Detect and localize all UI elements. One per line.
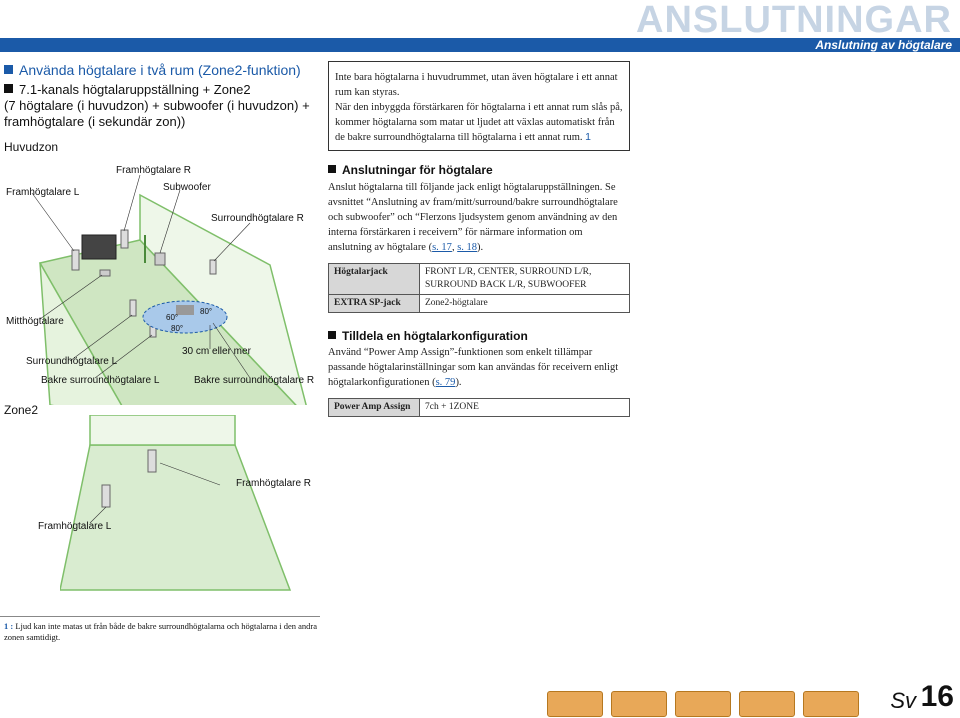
- nav-playback-button[interactable]: [675, 691, 731, 717]
- assign-heading: Tilldela en högtalarkonfiguration: [328, 329, 528, 343]
- table-value: FRONT L/R, CENTER, SURROUND L/R, SURROUN…: [419, 263, 630, 295]
- note-ref[interactable]: 1: [585, 131, 591, 143]
- nav-appendix-button[interactable]: [803, 691, 859, 717]
- front-r-speaker: [120, 229, 129, 249]
- assign-text: Använd “Power Amp Assign”-funktionen som…: [328, 347, 619, 388]
- label-z2-front-l: Framhögtalare L: [38, 521, 112, 532]
- zone2-wall: [89, 415, 236, 446]
- footnote: 1 : Ljud kan inte matas ut från både de …: [4, 621, 324, 643]
- label-z2-front-r: Framhögtalare R: [236, 478, 312, 489]
- label-angle-80-b: 80°: [171, 324, 184, 333]
- note-line1: Inte bara högtalarna i huvudrummet, utan…: [335, 72, 618, 98]
- label-back-r: Bakre surroundhögtalare R: [194, 375, 315, 386]
- section-title: Använda högtalare i två rum (Zone2-funkt…: [4, 62, 301, 78]
- nav-connections-button[interactable]: [611, 691, 667, 717]
- connections-intro: Anslut högtalarna till följande jack enl…: [328, 182, 618, 253]
- z2-front-l-speaker: [101, 484, 111, 508]
- subwoofer-speaker: [154, 252, 166, 266]
- language-code: Sv: [890, 688, 916, 713]
- label-angle-80: 80°: [200, 307, 213, 316]
- ref-page-18[interactable]: s. 18: [457, 242, 477, 253]
- footnote-number: 1 :: [4, 621, 14, 631]
- footnote-divider: [0, 616, 320, 617]
- zone2-floor: [60, 444, 292, 591]
- front-l-speaker: [71, 249, 80, 271]
- main-zone-label: Huvudzon: [4, 140, 59, 154]
- label-back-l: Bakre surroundhögtalare L: [41, 375, 160, 386]
- power-amp-table: Power Amp Assign 7ch + 1ZONE: [328, 398, 630, 417]
- square-bullet-icon: [328, 165, 336, 173]
- table-row: Power Amp Assign 7ch + 1ZONE: [328, 398, 630, 417]
- label-center: Mitthögtalare: [6, 316, 64, 327]
- label-subwoofer: Subwoofer: [163, 182, 211, 193]
- setup-heading: 7.1-kanals högtalaruppställning + Zone2 …: [4, 82, 310, 129]
- table-key: Power Amp Assign: [328, 398, 420, 417]
- label-surround-r: Surroundhögtalare R: [211, 213, 304, 224]
- label-distance: 30 cm eller mer: [182, 346, 251, 357]
- note-box: Inte bara högtalarna i huvudrummet, utan…: [328, 61, 630, 151]
- connections-heading: Anslutningar för högtalare: [328, 163, 493, 177]
- ref-page-17[interactable]: s. 17: [432, 242, 452, 253]
- surround-r-speaker: [209, 259, 217, 275]
- nav-settings-button[interactable]: [739, 691, 795, 717]
- table-row: EXTRA SP-jack Zone2-högtalare: [328, 294, 630, 313]
- zone2-label: Zone2: [4, 403, 39, 417]
- ref-page-79[interactable]: s. 79: [436, 377, 456, 388]
- surround-l-speaker: [129, 299, 137, 317]
- jack-table: Högtalarjack FRONT L/R, CENTER, SURROUND…: [328, 263, 630, 313]
- chapter-title: ANSLUTNINGAR: [636, 0, 952, 41]
- footnote-text: Ljud kan inte matas ut från både de bakr…: [4, 621, 317, 642]
- page-number: 16: [920, 680, 954, 713]
- z2-front-r-speaker: [147, 449, 157, 473]
- square-bullet-icon: [4, 84, 13, 93]
- table-value: 7ch + 1ZONE: [419, 398, 630, 417]
- nav-intro-button[interactable]: [547, 691, 603, 717]
- table-value: Zone2-högtalare: [419, 294, 630, 313]
- chapter-subtitle: Anslutning av högtalare: [815, 38, 952, 52]
- square-bullet-icon: [328, 331, 336, 339]
- label-front-l: Framhögtalare L: [6, 187, 80, 198]
- zone2-diagram: [60, 415, 292, 591]
- table-row: Högtalarjack FRONT L/R, CENTER, SURROUND…: [328, 263, 630, 295]
- table-key: Högtalarjack: [328, 263, 420, 295]
- table-key: EXTRA SP-jack: [328, 294, 420, 313]
- label-front-r: Framhögtalare R: [116, 165, 192, 176]
- sofa: [176, 305, 194, 315]
- square-bullet-icon: [4, 65, 13, 74]
- tv: [81, 234, 117, 260]
- note-line2: När den inbyggda förstärkaren för högtal…: [335, 102, 623, 143]
- label-surround-l: Surroundhögtalare L: [26, 356, 118, 367]
